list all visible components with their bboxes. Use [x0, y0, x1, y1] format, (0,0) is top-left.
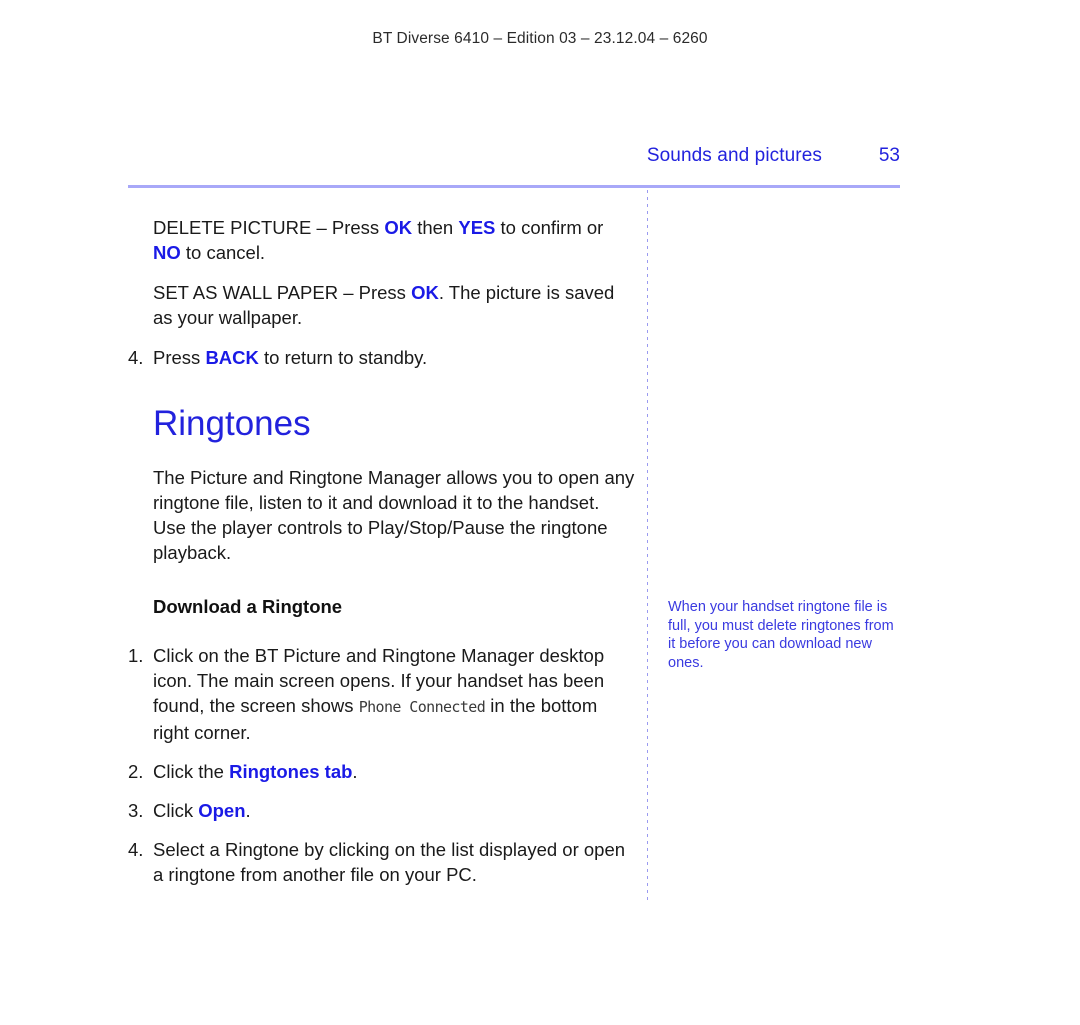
sub-heading-wrap: Download a Ringtone	[128, 595, 636, 619]
keyword-text: YES	[458, 217, 496, 238]
intro-paragraph: The Picture and Ringtone Manager allows …	[153, 467, 635, 563]
lcd-screen-text: Phone Connected	[358, 698, 486, 716]
step-text: Click on the BT Picture and Ringtone Man…	[153, 645, 605, 743]
paragraph-set-as-wall-paper: SET AS WALL PAPER – Press OK. The pictur…	[153, 282, 615, 328]
step-number: 4.	[128, 347, 144, 368]
keyword-text: Ringtones tab	[229, 761, 353, 782]
list-item-step-back: 4. Press BACK to return to standby.	[128, 345, 636, 370]
header-rule	[128, 185, 900, 188]
step-number: 2.	[128, 761, 144, 782]
step-number: 1.	[128, 645, 144, 666]
step-number: 3.	[128, 800, 144, 821]
keyword-text: OK	[411, 282, 439, 303]
chapter-heading: Ringtones	[153, 404, 311, 443]
side-note: When your handset ringtone file is full,…	[668, 599, 894, 671]
paragraph-delete-picture: DELETE PICTURE – Press OK then YES to co…	[153, 217, 604, 263]
column-divider	[647, 190, 648, 900]
list-item: 3. Click Open.	[128, 798, 636, 823]
step-text: Press BACK to return to standby.	[153, 347, 428, 368]
step-number: 4.	[128, 839, 144, 860]
page-number: 53	[878, 145, 900, 166]
keyword-text: NO	[153, 242, 181, 263]
keyword-text: Open	[198, 800, 246, 821]
main-text-column: DELETE PICTURE – Press OK then YES to co…	[128, 215, 636, 901]
list-item: 1. Click on the BT Picture and Ringtone …	[128, 643, 636, 745]
step-text: Click the Ringtones tab.	[153, 761, 358, 782]
chapter-heading-wrap: Ringtones	[128, 404, 636, 444]
page-header: Sounds and pictures 53	[128, 145, 900, 167]
step-text: Select a Ringtone by clicking on the lis…	[153, 839, 626, 885]
list-item: 4. Select a Ringtone by clicking on the …	[128, 837, 636, 887]
list-item: 2. Click the Ringtones tab.	[128, 759, 636, 784]
keyword-text: BACK	[205, 347, 259, 368]
section-title: Sounds and pictures	[646, 145, 822, 166]
running-head: BT Diverse 6410 – Edition 03 – 23.12.04 …	[372, 30, 708, 47]
step-text: Click Open.	[153, 800, 251, 821]
sub-heading: Download a Ringtone	[153, 596, 343, 617]
side-note-column: When your handset ringtone file is full,…	[668, 598, 900, 672]
keyword-text: OK	[384, 217, 413, 238]
